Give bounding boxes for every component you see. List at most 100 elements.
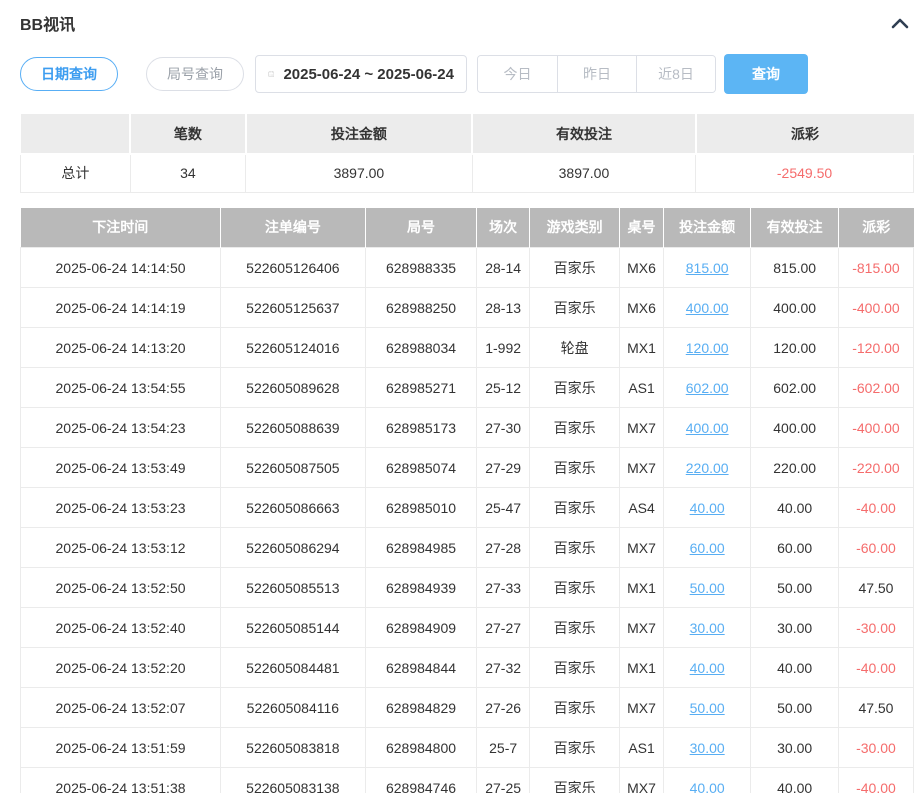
cell-valid-bet: 120.00 [751,328,839,368]
cell-table-id: MX7 [620,688,664,728]
col-round-id: 局号 [365,208,477,248]
cell-valid-bet: 30.00 [751,608,839,648]
cell-payout: -60.00 [838,528,913,568]
table-row: 2025-06-24 13:52:40 522605085144 6289849… [21,608,914,648]
bet-table-body: 2025-06-24 14:14:50 522605126406 6289883… [21,248,914,793]
tab-date-query[interactable]: 日期查询 [20,57,118,91]
cell-bet-amount: 220.00 [663,448,751,488]
cell-round-id: 628984985 [365,528,477,568]
cell-order-id: 522605083818 [221,728,366,768]
cell-bet-amount: 40.00 [663,768,751,793]
quick-date-group: 今日 昨日 近8日 [477,55,716,93]
table-row: 2025-06-24 13:53:23 522605086663 6289850… [21,488,914,528]
panel-header: BB视讯 [20,8,914,38]
summary-total-label: 总计 [21,154,131,192]
bet-records-table: 下注时间 注单编号 局号 场次 游戏类别 桌号 投注金额 有效投注 派彩 202… [20,208,914,793]
cell-bet-time: 2025-06-24 13:52:40 [21,608,221,648]
table-row: 2025-06-24 13:52:07 522605084116 6289848… [21,688,914,728]
cell-round-id: 628984844 [365,648,477,688]
last-8-days-button[interactable]: 近8日 [636,56,715,92]
bet-amount-link[interactable]: 40.00 [690,500,725,516]
cell-order-id: 522605086663 [221,488,366,528]
cell-valid-bet: 40.00 [751,768,839,793]
cell-bet-time: 2025-06-24 13:53:12 [21,528,221,568]
col-payout: 派彩 [838,208,913,248]
col-session: 场次 [477,208,530,248]
cell-table-id: MX1 [620,648,664,688]
cell-session: 27-32 [477,648,530,688]
col-game-type: 游戏类别 [529,208,619,248]
cell-table-id: MX7 [620,408,664,448]
yesterday-button[interactable]: 昨日 [557,56,636,92]
cell-order-id: 522605126406 [221,248,366,288]
cell-game-type: 百家乐 [529,768,619,793]
table-row: 2025-06-24 13:54:23 522605088639 6289851… [21,408,914,448]
bet-amount-link[interactable]: 60.00 [690,540,725,556]
bet-amount-link[interactable]: 30.00 [690,740,725,756]
cell-payout: -40.00 [838,648,913,688]
cell-game-type: 百家乐 [529,728,619,768]
cell-bet-amount: 60.00 [663,528,751,568]
summary-header-empty [21,114,131,154]
col-table-id: 桌号 [620,208,664,248]
cell-bet-time: 2025-06-24 13:53:49 [21,448,221,488]
cell-session: 27-33 [477,568,530,608]
cell-bet-time: 2025-06-24 13:52:50 [21,568,221,608]
search-button[interactable]: 查询 [724,54,808,94]
summary-header-payout: 派彩 [696,114,914,154]
cell-session: 25-47 [477,488,530,528]
collapse-chevron-up-icon[interactable] [890,16,910,30]
bet-amount-link[interactable]: 40.00 [690,780,725,793]
cell-session: 27-28 [477,528,530,568]
cell-valid-bet: 400.00 [751,288,839,328]
table-row: 2025-06-24 14:13:20 522605124016 6289880… [21,328,914,368]
cell-game-type: 百家乐 [529,408,619,448]
cell-game-type: 轮盘 [529,328,619,368]
bet-amount-link[interactable]: 50.00 [690,580,725,596]
cell-game-type: 百家乐 [529,688,619,728]
summary-total-count: 34 [130,154,245,192]
cell-order-id: 522605084116 [221,688,366,728]
cell-round-id: 628988034 [365,328,477,368]
table-row: 2025-06-24 14:14:19 522605125637 6289882… [21,288,914,328]
table-row: 2025-06-24 13:53:49 522605087505 6289850… [21,448,914,488]
cell-payout: -30.00 [838,728,913,768]
cell-payout: -30.00 [838,608,913,648]
cell-bet-time: 2025-06-24 13:51:59 [21,728,221,768]
cell-order-id: 522605088639 [221,408,366,448]
cell-game-type: 百家乐 [529,368,619,408]
bet-amount-link[interactable]: 120.00 [686,340,729,356]
page-title: BB视讯 [20,11,75,35]
cell-order-id: 522605124016 [221,328,366,368]
bet-amount-link[interactable]: 50.00 [690,700,725,716]
cell-bet-amount: 400.00 [663,408,751,448]
table-row: 2025-06-24 13:51:59 522605083818 6289848… [21,728,914,768]
bet-amount-link[interactable]: 602.00 [686,380,729,396]
cell-order-id: 522605084481 [221,648,366,688]
cell-round-id: 628988335 [365,248,477,288]
cell-valid-bet: 220.00 [751,448,839,488]
cell-order-id: 522605086294 [221,528,366,568]
bet-amount-link[interactable]: 30.00 [690,620,725,636]
cell-order-id: 522605083138 [221,768,366,793]
bet-amount-link[interactable]: 400.00 [686,420,729,436]
bet-amount-link[interactable]: 400.00 [686,300,729,316]
cell-valid-bet: 40.00 [751,488,839,528]
cell-bet-time: 2025-06-24 14:14:50 [21,248,221,288]
table-row: 2025-06-24 13:52:50 522605085513 6289849… [21,568,914,608]
cell-session: 27-27 [477,608,530,648]
cell-round-id: 628985010 [365,488,477,528]
date-range-input[interactable]: 2025-06-24 ~ 2025-06-24 [255,55,467,93]
bet-amount-link[interactable]: 40.00 [690,660,725,676]
cell-valid-bet: 815.00 [751,248,839,288]
cell-session: 27-30 [477,408,530,448]
today-button[interactable]: 今日 [478,56,557,92]
bet-amount-link[interactable]: 220.00 [686,460,729,476]
cell-bet-time: 2025-06-24 13:54:55 [21,368,221,408]
tab-round-query[interactable]: 局号查询 [146,57,244,91]
cell-table-id: AS1 [620,368,664,408]
cell-session: 27-26 [477,688,530,728]
bet-amount-link[interactable]: 815.00 [686,260,729,276]
cell-table-id: MX7 [620,448,664,488]
cell-payout: -220.00 [838,448,913,488]
